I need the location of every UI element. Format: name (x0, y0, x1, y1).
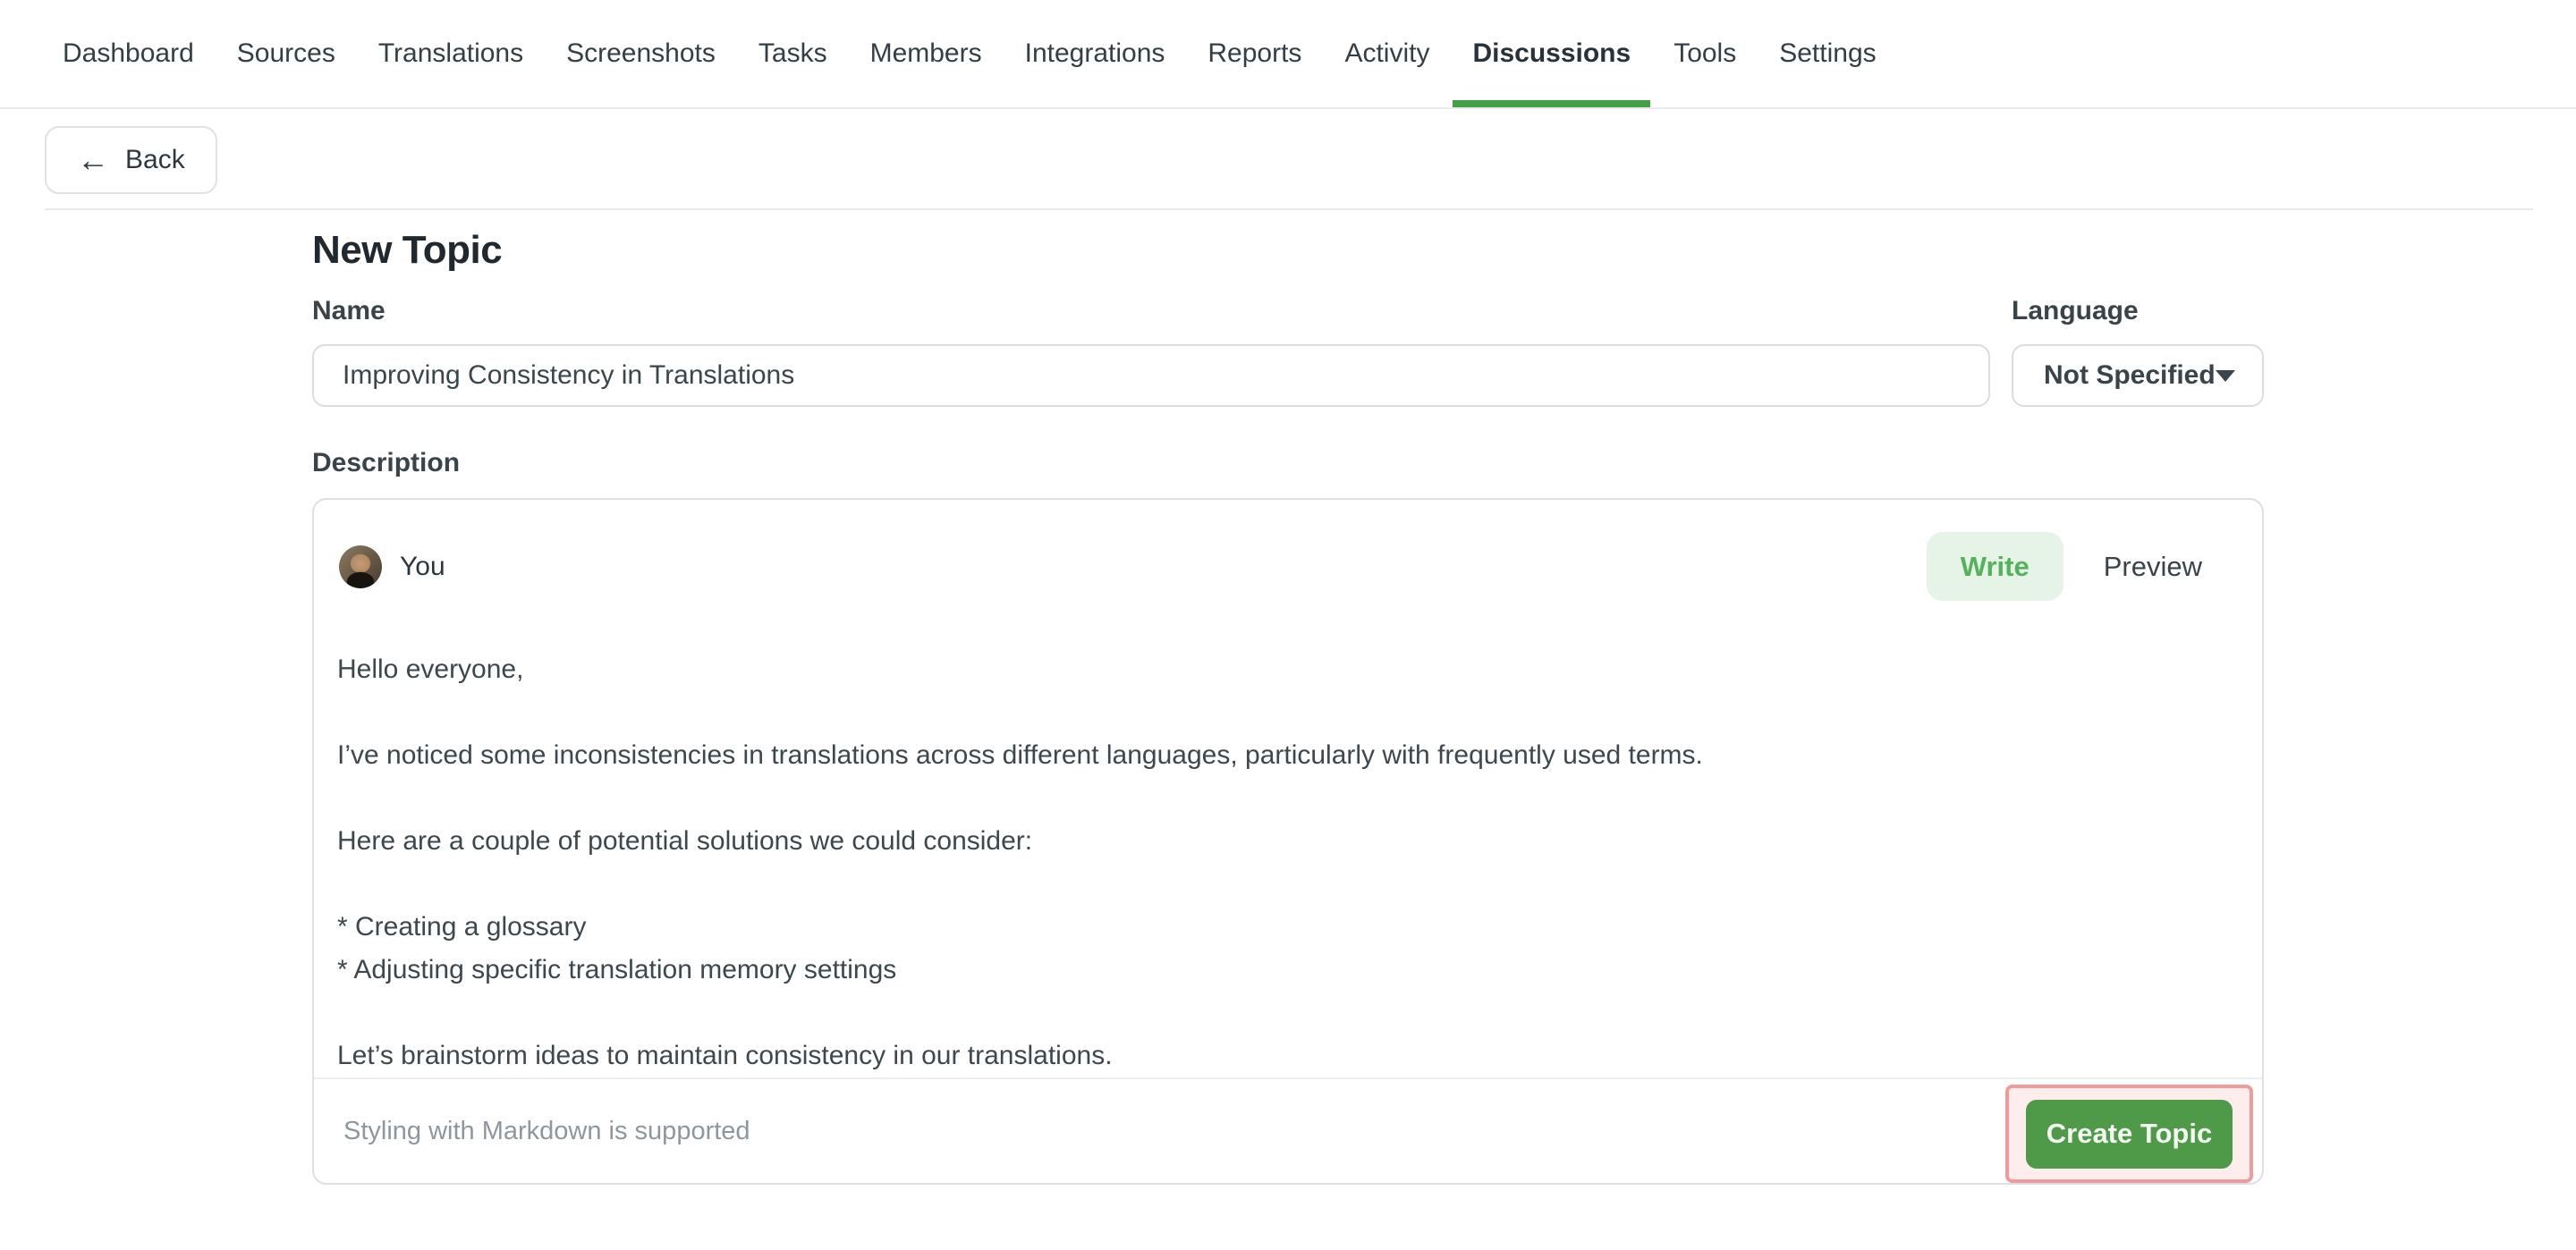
language-field-group: Language Not Specified (2012, 296, 2264, 407)
nav-item-tools[interactable]: Tools (1674, 0, 1736, 107)
editor-footer: Styling with Markdown is supported Creat… (314, 1079, 2262, 1183)
editor-card: You Write Preview Hello everyone, I’ve n… (312, 498, 2264, 1185)
description-label: Description (312, 448, 2264, 478)
markdown-hint: Styling with Markdown is supported (343, 1117, 750, 1146)
back-button[interactable]: ← Back (45, 126, 217, 194)
main-content: New Topic Name Language Not Specified De… (312, 228, 2264, 1185)
nav-item-activity[interactable]: Activity (1344, 0, 1429, 107)
description-textarea[interactable]: Hello everyone, I’ve noticed some incons… (314, 601, 2262, 1077)
top-navigation: Dashboard Sources Translations Screensho… (0, 0, 2576, 109)
name-label: Name (312, 296, 1990, 326)
user-avatar (339, 545, 382, 588)
back-button-label: Back (125, 145, 185, 175)
author-name: You (400, 552, 445, 582)
editor-header: You Write Preview (314, 500, 2262, 601)
tab-preview[interactable]: Preview (2104, 551, 2202, 583)
nav-item-translations[interactable]: Translations (378, 0, 523, 107)
language-label: Language (2012, 296, 2264, 326)
nav-item-discussions[interactable]: Discussions (1472, 0, 1631, 107)
nav-item-settings[interactable]: Settings (1779, 0, 1876, 107)
name-field-group: Name (312, 296, 1990, 407)
back-toolbar: ← Back (0, 109, 2576, 194)
topic-form-row: Name Language Not Specified (312, 296, 2264, 407)
nav-item-integrations[interactable]: Integrations (1025, 0, 1165, 107)
language-dropdown[interactable]: Not Specified (2012, 344, 2264, 407)
back-arrow-icon: ← (77, 144, 109, 176)
page-title: New Topic (312, 228, 2264, 273)
nav-item-sources[interactable]: Sources (237, 0, 335, 107)
nav-item-screenshots[interactable]: Screenshots (566, 0, 716, 107)
tab-write[interactable]: Write (1927, 532, 2063, 601)
nav-item-tasks[interactable]: Tasks (758, 0, 827, 107)
topic-name-input[interactable] (312, 344, 1990, 407)
nav-item-members[interactable]: Members (870, 0, 982, 107)
language-dropdown-value: Not Specified (2044, 360, 2216, 391)
nav-item-dashboard[interactable]: Dashboard (63, 0, 194, 107)
toolbar-divider (45, 208, 2533, 210)
annotation-highlight-box: Create Topic (2005, 1085, 2253, 1183)
nav-item-reports[interactable]: Reports (1208, 0, 1301, 107)
create-topic-button[interactable]: Create Topic (2026, 1100, 2233, 1169)
chevron-down-icon (2216, 370, 2235, 382)
